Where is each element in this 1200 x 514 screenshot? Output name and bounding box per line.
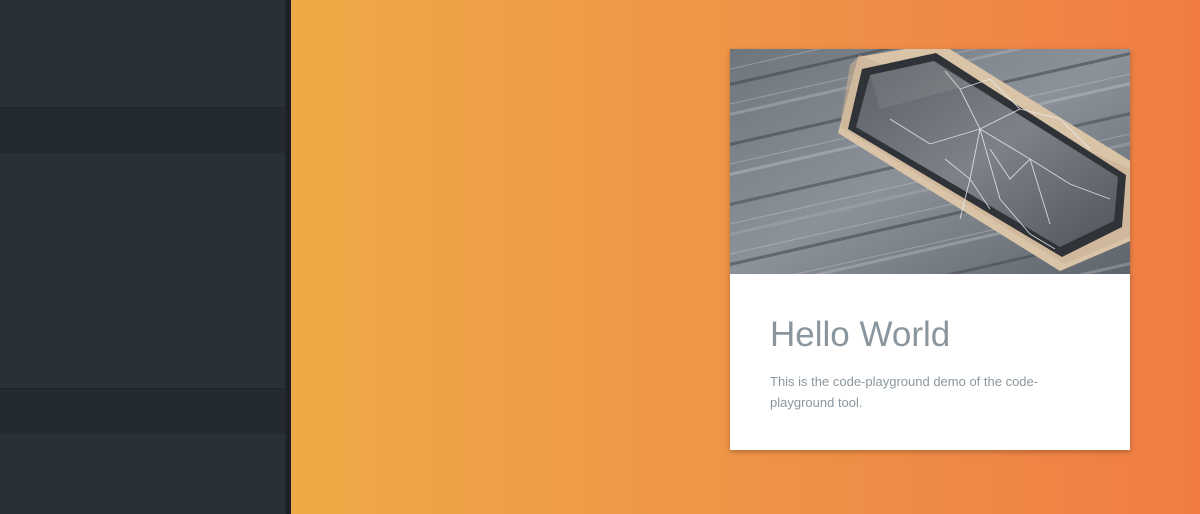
editor-sidebar — [0, 0, 286, 514]
sidebar-divider-2 — [0, 388, 286, 389]
card-image — [730, 49, 1130, 274]
preview-pane: Hello World This is the code-playground … — [291, 0, 1200, 514]
sidebar-divider-1 — [0, 107, 286, 108]
sidebar-panel-header-1[interactable] — [0, 107, 286, 153]
card-body: Hello World This is the code-playground … — [770, 315, 1090, 413]
sidebar-panel-header-2[interactable] — [0, 388, 286, 434]
cracked-phone-image — [730, 49, 1130, 274]
card-title: Hello World — [770, 315, 951, 354]
card-description: This is the code-playground demo of the … — [770, 374, 1039, 410]
hello-card: Hello World This is the code-playground … — [730, 49, 1130, 450]
